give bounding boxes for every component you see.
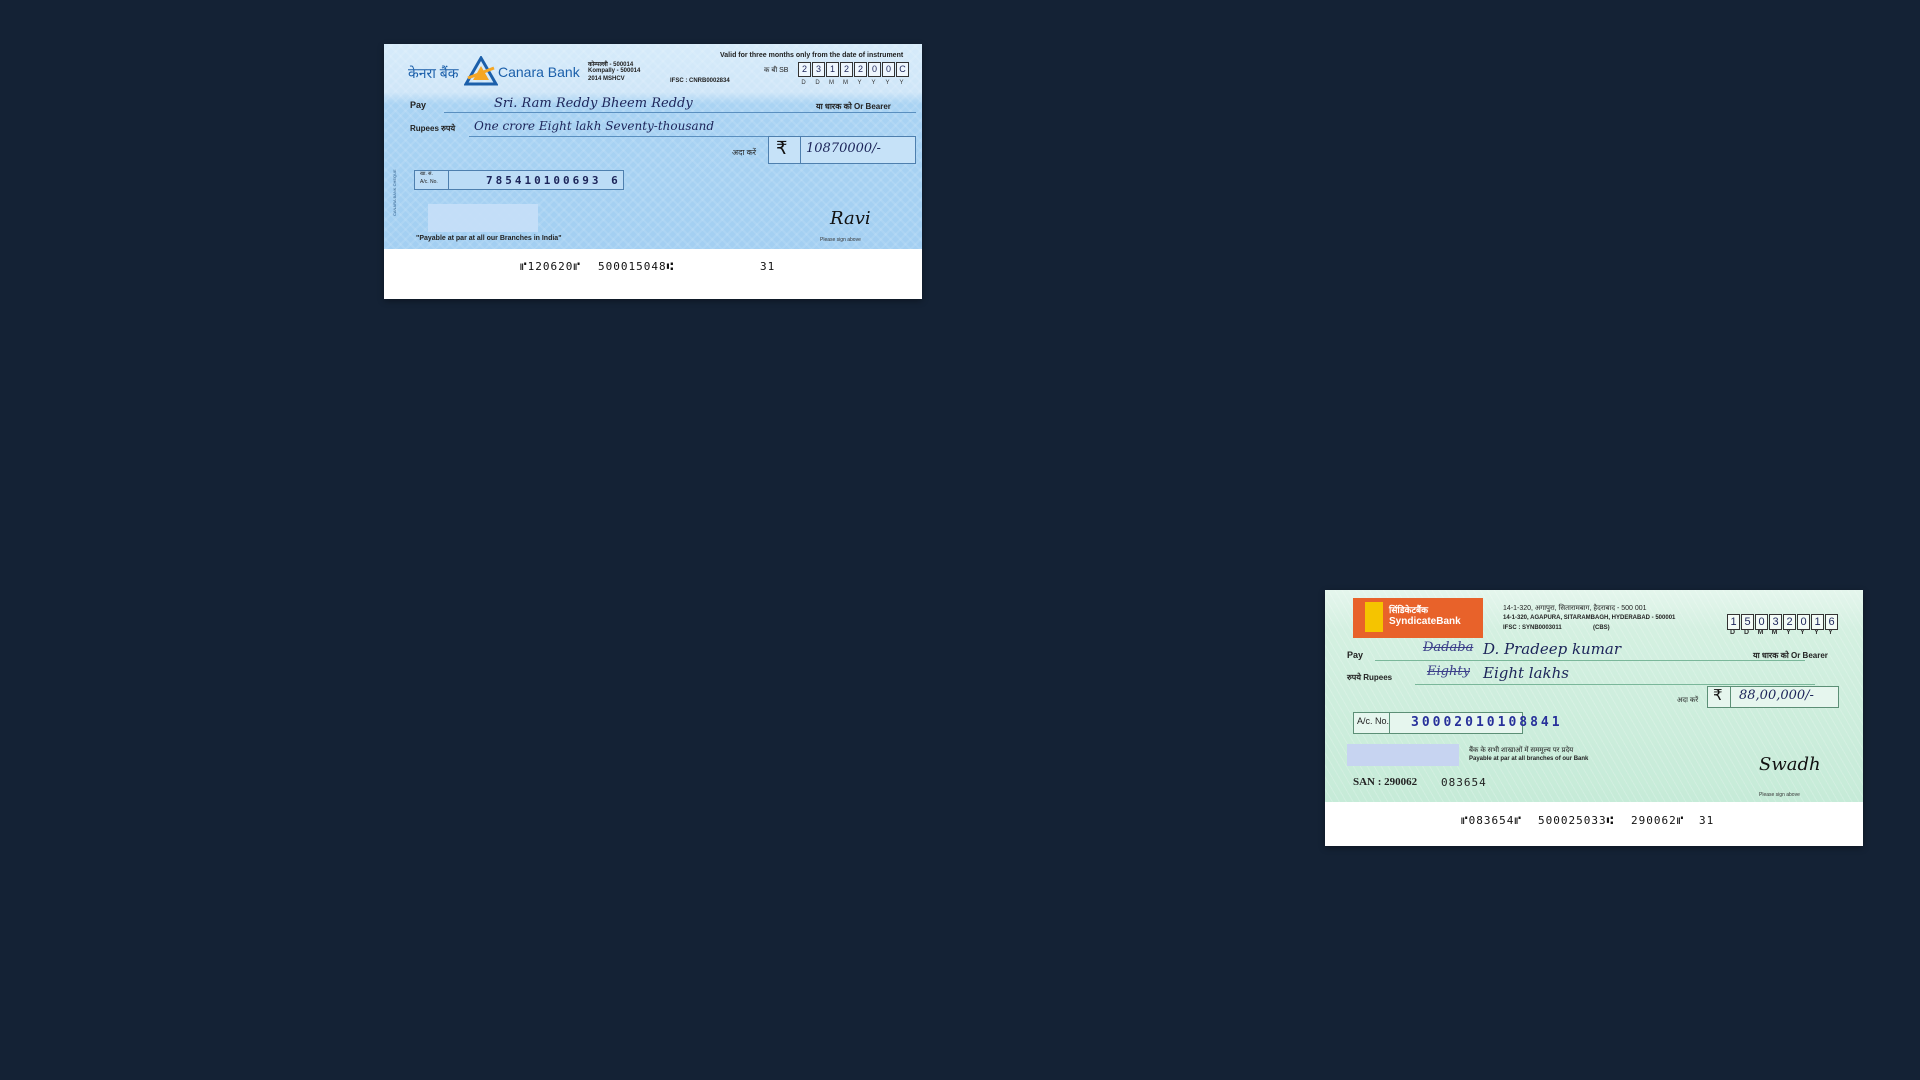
logo-emblem-icon <box>1365 602 1383 632</box>
date-digit: 1 <box>1727 614 1740 630</box>
account-divider <box>448 170 449 190</box>
cheque-side-imprint: CANARA BANK CHEQUE <box>392 169 397 216</box>
micr-san: 290062⑈ <box>1631 814 1685 827</box>
date-label: Y <box>857 80 862 86</box>
date-label: D <box>1743 629 1750 636</box>
ada-karen-label: अदा करें <box>1677 697 1699 704</box>
ada-karen-label: अदा करें <box>732 148 757 157</box>
validity-note: Valid for three months only from the dat… <box>720 52 904 59</box>
date-digit: 0 <box>882 62 895 77</box>
date-label: Y <box>1828 629 1833 636</box>
date-digit: 3 <box>812 62 825 77</box>
signature-panel <box>1347 744 1459 766</box>
ifsc-code: IFSC : SYNB0003011 <box>1503 625 1562 631</box>
payable-note-hindi: बैंक के सभी शाखाओं में सममूल्य पर प्रदेय <box>1469 747 1574 754</box>
date-label: D <box>801 80 806 86</box>
payee-struck-word: Dadaba <box>1423 640 1474 655</box>
date-label: Y <box>1814 629 1819 636</box>
rupees-label: Rupees रुपये <box>410 124 456 133</box>
sb-label: क बी SB <box>764 67 789 74</box>
signature: Ravi <box>830 208 871 229</box>
san-number: 083654 <box>1441 776 1487 789</box>
canara-bank-cheque[interactable]: CANARA BANK CHEQUE केनरा बैंक Canara Ban… <box>384 44 922 299</box>
date-digit: 0 <box>1755 614 1768 630</box>
signature: Swadh <box>1759 754 1821 775</box>
cbs-label: (CBS) <box>1593 625 1610 631</box>
pay-label: Pay <box>1347 650 1364 660</box>
bank-name-hindi: सिंडिकेटबैंक <box>1389 605 1429 615</box>
date-label: Y <box>1800 629 1805 636</box>
bank-name: Canara Bank <box>498 64 580 80</box>
address-hindi: 14-1-320, अगापुरा, सितारामबाग, हैदराबाद … <box>1503 605 1647 612</box>
bank-name-hindi: केनरा बैंक <box>408 65 459 81</box>
rupees-line <box>1415 684 1815 685</box>
amount-in-figures[interactable]: 10870000/- <box>806 141 881 156</box>
syndicate-bank-cheque[interactable]: सिंडिकेटबैंक SyndicateBank 14-1-320, अगा… <box>1325 590 1863 846</box>
date-digit: 5 <box>1741 614 1754 630</box>
account-number: 30002010108841 <box>1411 715 1563 730</box>
micr-bank-code: 500015048⑆ <box>598 260 675 273</box>
date-digit: 1 <box>826 62 839 77</box>
branch-name: Kompally - 500014 <box>588 68 641 74</box>
date-label: Y <box>871 80 876 86</box>
date-label: Y <box>885 80 890 86</box>
payee-name[interactable]: D. Pradeep kumar <box>1483 640 1621 658</box>
date-label: Y <box>1786 629 1791 636</box>
micr-transaction-code: 31 <box>760 260 776 273</box>
date-label: M <box>829 80 834 86</box>
date-label: M <box>1757 629 1764 636</box>
date-digit: 2 <box>840 62 853 77</box>
date-label: D <box>1729 629 1736 636</box>
sign-hint: Please sign above <box>1759 792 1800 798</box>
ifsc-code: IFSC : CNRB0002834 <box>670 78 730 84</box>
san-label: SAN : 290062 <box>1353 776 1418 788</box>
rupees-label: रुपये Rupees <box>1347 673 1393 682</box>
date-digit: C <box>896 62 909 77</box>
micr-transaction-code: 31 <box>1699 814 1715 827</box>
date-digit: 2 <box>798 62 811 77</box>
payable-note: "Payable at par at all our Branches in I… <box>416 235 562 242</box>
bearer-label: या धारक को Or Bearer <box>1753 651 1828 660</box>
date-digit: 0 <box>1797 614 1810 630</box>
amount-divider <box>1730 686 1731 708</box>
bearer-label: या धारक को Or Bearer <box>816 102 891 111</box>
amount-divider <box>800 136 801 164</box>
account-label: A/c. No. <box>1357 716 1390 726</box>
rupee-icon: ₹ <box>1713 687 1723 704</box>
account-number: 785410100693 6 <box>486 174 621 187</box>
date-digit: 2 <box>1783 614 1796 630</box>
amount-in-words[interactable]: Eight lakhs <box>1483 664 1569 682</box>
bank-name: SyndicateBank <box>1389 616 1461 627</box>
branch-extra: 2014 MSHCV <box>588 76 625 82</box>
address: 14-1-320, AGAPURA, SITARAMBAGH, HYDERABA… <box>1503 615 1676 621</box>
signature-panel <box>428 204 538 232</box>
payee-name[interactable]: Sri. Ram Reddy Bheem Reddy <box>494 96 693 111</box>
rupee-icon: ₹ <box>776 138 788 158</box>
amount-in-words[interactable]: One crore Eight lakh Seventy-thousand <box>474 119 714 133</box>
date-label: M <box>1771 629 1778 636</box>
date-label: M <box>843 80 848 86</box>
date-digit: 6 <box>1825 614 1838 630</box>
micr-cheque-number: ⑈083654⑈ <box>1461 814 1522 827</box>
date-digit: 0 <box>868 62 881 77</box>
date-digit: 3 <box>1769 614 1782 630</box>
micr-cheque-number: ⑈120620⑈ <box>520 260 581 273</box>
micr-bank-code: 500025033⑆ <box>1538 814 1615 827</box>
date-label: Y <box>899 80 904 86</box>
payable-note: Payable at par at all branches of our Ba… <box>1469 756 1589 762</box>
amount-struck-word: Eighty <box>1427 664 1470 679</box>
date-digit: 2 <box>854 62 867 77</box>
account-label: A/c. No. <box>420 179 438 185</box>
account-label-hindi: खा. सं. <box>420 171 433 177</box>
canara-logo-icon <box>464 56 498 86</box>
date-digit: 1 <box>1811 614 1824 630</box>
sign-hint: Please sign above <box>820 237 861 243</box>
branch-code: कोम्पल्ली - 500014 <box>588 62 634 68</box>
pay-line <box>444 112 916 113</box>
pay-line <box>1375 660 1805 661</box>
pay-label: Pay <box>410 100 427 110</box>
date-label: D <box>815 80 820 86</box>
amount-in-figures[interactable]: 88,00,000/- <box>1739 688 1814 703</box>
account-divider <box>1389 712 1390 734</box>
